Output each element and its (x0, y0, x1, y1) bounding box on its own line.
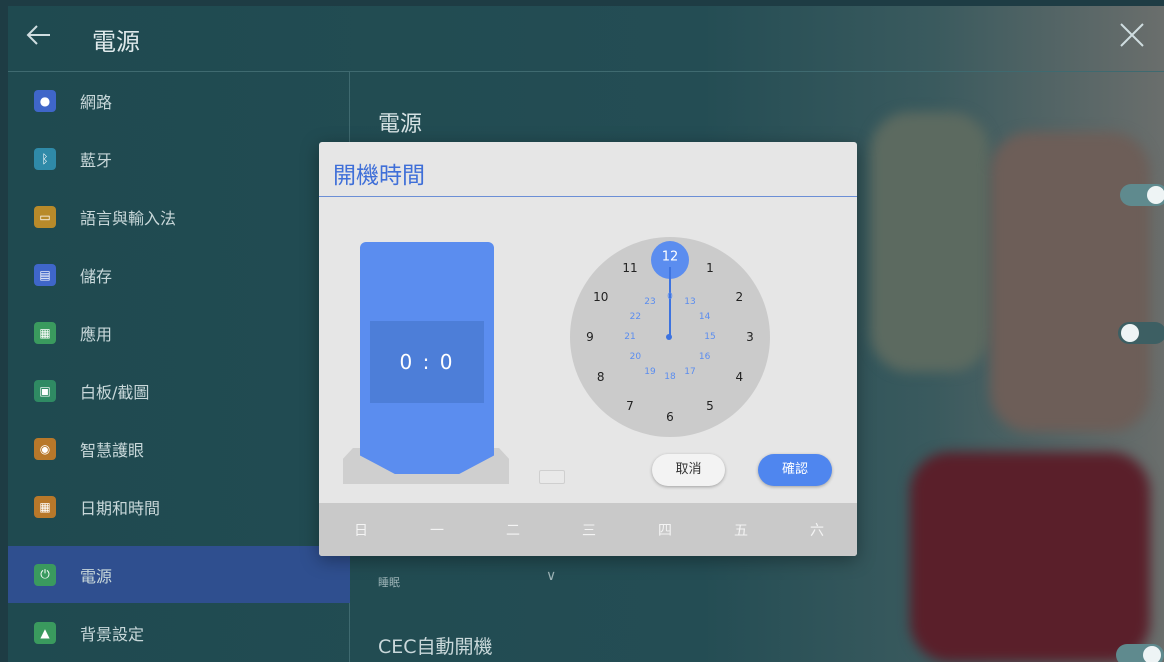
clock-hour-9[interactable]: 9 (586, 330, 594, 344)
top-bar: 電源 (8, 6, 1164, 72)
whiteboard-icon: ▣ (34, 379, 56, 402)
power-icon: ⏻ (34, 563, 56, 586)
bluetooth-icon: ᛒ (34, 147, 56, 170)
page-title: 電源 (92, 28, 140, 56)
clock-hour-4[interactable]: 4 (735, 370, 743, 384)
sidebar-item-label: 語言與輸入法 (80, 208, 177, 228)
sidebar: ● 網路 ᛒ 藍牙 ▭ 語言與輸入法 ▤ 儲存 ▦ 應用 ▣ 白板/截圖 ◉ 智… (8, 72, 350, 662)
clock-hour-3[interactable]: 3 (746, 330, 754, 344)
chevron-down-icon[interactable]: ∨ (546, 568, 556, 584)
day-sunday[interactable]: 日 (349, 520, 373, 540)
cec-auto-boot-label: CEC自動開機 (378, 636, 493, 658)
storage-icon: ▤ (34, 263, 56, 286)
clock-hour-20[interactable]: 20 (630, 352, 641, 362)
sidebar-item-date-time[interactable]: ▦ 日期和時間 (8, 478, 350, 535)
clock-face[interactable]: 12 1 2 3 4 5 6 7 8 9 10 11 0 13 14 15 16 17 18 19 20 21 22 23 (570, 237, 770, 437)
toggle-knob (1147, 186, 1164, 204)
arrow-left-icon (26, 25, 50, 45)
cec-toggle[interactable] (1116, 644, 1164, 662)
clock-hour-17[interactable]: 17 (684, 367, 695, 377)
clock-hour-0[interactable]: 0 (667, 292, 673, 302)
background-blur (870, 112, 990, 372)
keyboard-icon[interactable] (539, 470, 565, 484)
clock-hour-8[interactable]: 8 (597, 370, 605, 384)
toggle-switch[interactable] (1118, 322, 1164, 344)
background-blur (910, 452, 1150, 662)
clock-hour-1[interactable]: 1 (706, 261, 714, 275)
day-saturday[interactable]: 六 (805, 520, 829, 540)
sidebar-item-label: 網路 (80, 92, 113, 112)
clock-center (666, 334, 672, 340)
sidebar-item-apps[interactable]: ▦ 應用 (8, 304, 350, 361)
clock-hour-23[interactable]: 23 (644, 297, 655, 307)
sleep-value[interactable]: 睡眠 (378, 574, 400, 590)
time-display[interactable]: 0 : 0 (370, 321, 484, 403)
clock-hour-2[interactable]: 2 (735, 290, 743, 304)
close-button[interactable] (1114, 20, 1150, 56)
globe-icon: ● (34, 89, 56, 112)
clock-hour-7[interactable]: 7 (626, 399, 634, 413)
sidebar-item-power[interactable]: ⏻ 電源 (8, 546, 350, 603)
day-wednesday[interactable]: 三 (577, 520, 601, 540)
toggle-knob (1143, 646, 1161, 662)
clock-hour-21[interactable]: 21 (624, 332, 635, 342)
sidebar-item-label: 背景設定 (80, 624, 145, 644)
clock-hour-19[interactable]: 19 (644, 367, 655, 377)
sidebar-item-label: 儲存 (80, 266, 113, 286)
confirm-button[interactable]: 確認 (758, 454, 832, 486)
clock-hour-16[interactable]: 16 (699, 352, 710, 362)
sidebar-item-eye-care[interactable]: ◉ 智慧護眼 (8, 420, 350, 477)
sidebar-item-label: 藍牙 (80, 150, 113, 170)
cancel-button[interactable]: 取消 (652, 454, 725, 486)
clock-hour-15[interactable]: 15 (704, 332, 715, 342)
sidebar-item-language[interactable]: ▭ 語言與輸入法 (8, 188, 350, 245)
boot-time-dialog: 開機時間 0 : 0 12 1 2 3 4 5 6 7 8 9 10 11 0 13 14 15 16 17 18 1… (319, 142, 857, 556)
toggle-switch[interactable] (1120, 184, 1164, 206)
keyboard-icon: ▭ (34, 205, 56, 228)
day-thursday[interactable]: 四 (653, 520, 677, 540)
dialog-title: 開機時間 (333, 163, 425, 189)
background-blur (990, 132, 1150, 432)
weekday-bar: 日 一 二 三 四 五 六 (319, 503, 857, 556)
close-icon (1120, 23, 1144, 47)
clock-hand (669, 267, 671, 337)
clock-hour-14[interactable]: 14 (699, 312, 710, 322)
image-icon: ▲ (34, 621, 56, 644)
day-tuesday[interactable]: 二 (501, 520, 525, 540)
apps-icon: ▦ (34, 321, 56, 344)
section-title: 電源 (378, 112, 423, 137)
sidebar-item-network[interactable]: ● 網路 (8, 72, 350, 129)
toggle-knob (1121, 324, 1139, 342)
clock-hour-18[interactable]: 18 (664, 372, 675, 382)
clock-hour-5[interactable]: 5 (706, 399, 714, 413)
back-button[interactable] (24, 20, 64, 56)
day-friday[interactable]: 五 (729, 520, 753, 540)
eye-icon: ◉ (34, 437, 56, 460)
clock-hour-12[interactable]: 12 (662, 250, 679, 265)
sidebar-item-bluetooth[interactable]: ᛒ 藍牙 (8, 130, 350, 187)
clock-hour-11[interactable]: 11 (622, 261, 637, 275)
clock-hour-6[interactable]: 6 (666, 410, 674, 424)
divider (319, 196, 857, 197)
day-monday[interactable]: 一 (425, 520, 449, 540)
sidebar-item-label: 智慧護眼 (80, 440, 145, 460)
calendar-icon: ▦ (34, 495, 56, 518)
sidebar-item-label: 應用 (80, 324, 113, 344)
sidebar-item-whiteboard[interactable]: ▣ 白板/截圖 (8, 362, 350, 419)
sidebar-item-label: 日期和時間 (80, 498, 161, 518)
clock-hour-22[interactable]: 22 (630, 312, 641, 322)
clock-hour-13[interactable]: 13 (684, 297, 695, 307)
clock-hour-10[interactable]: 10 (593, 290, 608, 304)
sidebar-item-storage[interactable]: ▤ 儲存 (8, 246, 350, 303)
sidebar-item-label: 電源 (80, 566, 113, 586)
sidebar-item-background[interactable]: ▲ 背景設定 (8, 604, 350, 661)
sidebar-item-label: 白板/截圖 (80, 382, 150, 402)
